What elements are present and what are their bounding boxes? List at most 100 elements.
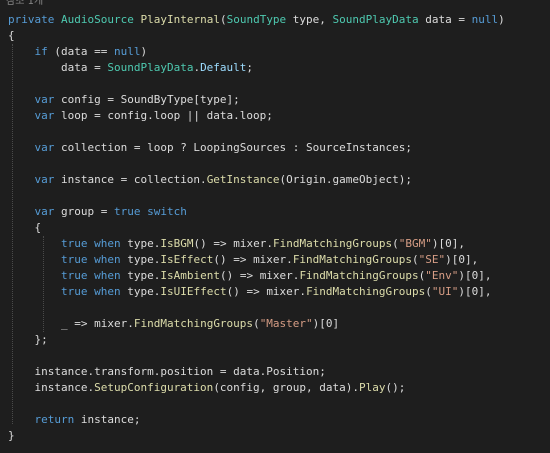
code-token: null — [113, 45, 141, 58]
code-token: IsUIEffect — [160, 285, 227, 298]
code-token: SetupConfiguration — [94, 381, 214, 394]
code-token: type, — [286, 13, 333, 26]
code-line[interactable]: var config = SoundByType[type]; — [8, 92, 240, 108]
code-token: ) — [498, 13, 505, 26]
code-token: () => mixer. — [226, 285, 307, 298]
code-token: data = — [418, 13, 472, 26]
code-token: type. — [120, 285, 161, 298]
code-token: { — [8, 29, 15, 42]
code-token: Play — [359, 381, 386, 394]
code-token: IsAmbient — [160, 269, 220, 282]
code-token: _ => mixer. — [8, 317, 134, 330]
code-token: )[0], — [458, 269, 492, 282]
code-token: ( — [425, 285, 432, 298]
code-token: true when — [8, 269, 121, 282]
code-line[interactable]: true when type.IsBGM() => mixer.FindMatc… — [8, 236, 465, 252]
code-token: IsEffect — [160, 253, 214, 266]
code-token: FindMatchingGroups — [272, 237, 393, 250]
code-token: loop = config.loop || data.loop; — [54, 109, 273, 122]
code-token: FindMatchingGroups — [299, 269, 419, 282]
code-token: "SE" — [418, 253, 446, 266]
code-token: "Master" — [259, 317, 313, 330]
code-line[interactable]: }; — [8, 332, 48, 348]
code-token: ( — [392, 237, 399, 250]
code-token: collection = loop ? LoopingSources : Sou… — [54, 141, 412, 154]
code-line[interactable]: return instance; — [8, 412, 140, 428]
code-token: var — [8, 93, 55, 106]
code-token: (data == — [47, 45, 114, 58]
code-line[interactable]: true when type.IsAmbient() => mixer.Find… — [8, 268, 492, 284]
code-line[interactable]: data = SoundPlayData.Default; — [8, 60, 253, 76]
code-token: true when — [8, 253, 121, 266]
code-token: var — [8, 141, 55, 154]
code-editor[interactable]: 참조 1개 private AudioSource PlayInternal(S… — [0, 0, 550, 453]
code-token: ( — [219, 13, 227, 26]
code-token: if — [8, 45, 48, 58]
code-line[interactable]: var collection = loop ? LoopingSources :… — [8, 140, 412, 156]
code-token: (Origin.gameObject); — [279, 173, 412, 186]
code-line[interactable]: } — [8, 428, 15, 444]
code-token: "BGM" — [398, 237, 432, 250]
code-token: )[0], — [431, 237, 466, 250]
code-token: return — [8, 413, 75, 426]
code-token: (); — [385, 381, 406, 394]
code-line[interactable]: { — [8, 28, 15, 44]
code-token: SoundType — [226, 13, 287, 26]
code-token: null — [471, 13, 499, 26]
code-line[interactable]: var group = true switch — [8, 204, 187, 220]
code-token: instance.transform.position = data.Posit… — [8, 365, 326, 378]
code-token: }; — [8, 333, 48, 346]
code-token: )[0], — [445, 253, 479, 266]
code-token: (config, group, data). — [213, 381, 360, 394]
code-token: instance = collection. — [54, 173, 207, 186]
code-line[interactable]: var loop = config.loop || data.loop; — [8, 108, 273, 124]
code-token: )[0], — [458, 285, 492, 298]
code-token: () => mixer. — [219, 269, 300, 282]
code-token: AudioSource — [60, 13, 134, 26]
code-token: private — [8, 13, 61, 26]
code-line[interactable]: _ => mixer.FindMatchingGroups("Master")[… — [8, 316, 339, 332]
code-token: FindMatchingGroups — [292, 253, 413, 266]
code-token: data = — [8, 61, 108, 74]
code-line[interactable]: instance.transform.position = data.Posit… — [8, 364, 326, 380]
code-line[interactable]: private AudioSource PlayInternal(SoundTy… — [8, 12, 505, 28]
code-line[interactable]: true when type.IsUIEffect() => mixer.Fin… — [8, 284, 492, 300]
code-token: ; — [246, 61, 254, 74]
code-line[interactable]: instance.SetupConfiguration(config, grou… — [8, 380, 405, 396]
code-token: instance; — [74, 413, 141, 426]
code-token: ( — [253, 317, 260, 330]
code-line[interactable]: if (data == null) — [8, 44, 147, 60]
code-token: true when — [8, 237, 121, 250]
code-token: ( — [412, 253, 419, 266]
code-token: GetInstance — [206, 173, 280, 186]
code-token: FindMatchingGroups — [306, 285, 426, 298]
code-line[interactable]: true when type.IsEffect() => mixer.FindM… — [8, 252, 478, 268]
references-codelens[interactable]: 참조 1개 — [6, 0, 43, 9]
code-token: )[0] — [312, 317, 340, 330]
code-token: IsBGM — [160, 237, 194, 250]
code-token: var — [8, 205, 55, 218]
code-token: config = SoundByType[type]; — [54, 93, 240, 106]
code-token: type. — [120, 237, 161, 250]
code-token: group = — [54, 205, 114, 218]
code-token: true switch — [113, 205, 187, 218]
code-line[interactable]: { — [8, 220, 41, 236]
code-token: } — [8, 429, 15, 442]
code-token: () => mixer. — [213, 253, 293, 266]
code-token: var — [8, 173, 55, 186]
code-token: SoundPlayData — [332, 13, 419, 26]
code-token: var — [8, 109, 55, 122]
code-token: ) — [140, 45, 148, 58]
code-token: true when — [8, 285, 121, 298]
code-line[interactable]: var instance = collection.GetInstance(Or… — [8, 172, 412, 188]
code-token: SoundPlayData — [107, 61, 194, 74]
code-token: type. — [120, 269, 161, 282]
code-token: () => mixer. — [193, 237, 273, 250]
code-token: { — [8, 221, 42, 234]
code-token: "UI" — [431, 285, 459, 298]
code-token: instance. — [8, 381, 95, 394]
code-token: Default — [200, 61, 247, 74]
code-token: PlayInternal — [140, 13, 220, 26]
code-token: type. — [120, 253, 161, 266]
code-token: "Env" — [425, 269, 459, 282]
